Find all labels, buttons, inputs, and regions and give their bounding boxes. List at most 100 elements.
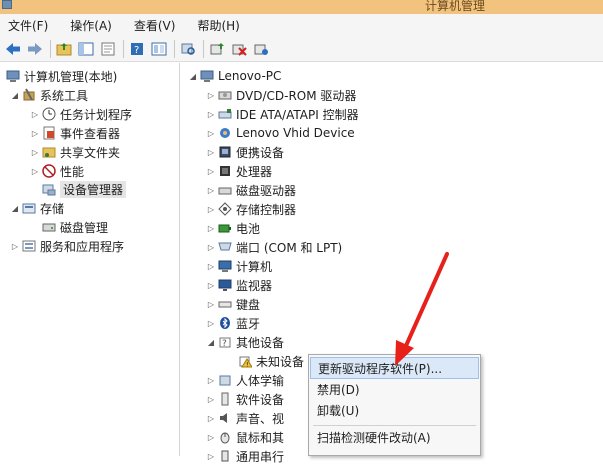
collapsed-arrow-icon[interactable]: ▷ <box>206 319 216 328</box>
device-category-hid[interactable]: ▷ 人体学输 <box>206 371 284 389</box>
menu-action[interactable]: 操作(A) <box>68 15 114 36</box>
device-category-ide[interactable]: ▷ IDE ATA/ATAPI 控制器 <box>206 105 359 123</box>
device-tree-root[interactable]: ◢ Lenovo-PC <box>188 67 282 85</box>
tree-item-event-viewer[interactable]: ▷ 事件查看器 <box>30 124 120 142</box>
computer-icon <box>200 69 214 83</box>
device-category-monitors[interactable]: ▷ 监视器 <box>206 276 272 294</box>
update-driver-icon[interactable] <box>208 40 226 58</box>
console-tree-pane: 计算机管理(本地) ◢ 系统工具 ▷ 任务计划程序 ▷ 事件查看器 ▷ 共享文件… <box>0 63 180 456</box>
device-category-usb[interactable]: ▷ 通用串行 <box>206 447 284 465</box>
device-category-disk-drives[interactable]: ▷ 磁盘驱动器 <box>206 181 296 199</box>
context-menu-uninstall[interactable]: 卸载(U) <box>310 399 479 421</box>
tree-item-label: 任务计划程序 <box>60 107 133 122</box>
menu-view[interactable]: 查看(V) <box>132 15 178 36</box>
collapsed-arrow-icon[interactable]: ▷ <box>206 414 216 423</box>
device-category-sound[interactable]: ▷ 声音、视 <box>206 409 284 427</box>
device-category-label: 监视器 <box>236 278 273 293</box>
device-category-label: 便携设备 <box>236 145 285 160</box>
device-category-keyboards[interactable]: ▷ 键盘 <box>206 295 260 313</box>
collapsed-arrow-icon[interactable]: ▷ <box>206 262 216 271</box>
tree-item-system-tools[interactable]: ◢ 系统工具 <box>10 86 88 104</box>
device-category-portable[interactable]: ▷ 便携设备 <box>206 143 284 161</box>
storage-icon <box>22 201 36 215</box>
context-menu-update-driver[interactable]: 更新驱动程序软件(P)... <box>310 357 479 379</box>
tree-item-task-scheduler[interactable]: ▷ 任务计划程序 <box>30 105 132 123</box>
context-menu: 更新驱动程序软件(P)... 禁用(D) 卸载(U) 扫描检测硬件改动(A) <box>308 354 481 456</box>
scan-icon[interactable] <box>179 40 197 58</box>
tree-item-storage[interactable]: ◢ 存储 <box>10 199 64 217</box>
forward-icon[interactable] <box>26 40 44 58</box>
device-category-lenovo-vhid[interactable]: ▷ Lenovo Vhid Device <box>206 124 355 142</box>
tree-item-device-manager[interactable]: 设备管理器 <box>40 180 127 198</box>
collapsed-arrow-icon[interactable]: ▷ <box>206 224 216 233</box>
collapsed-arrow-icon[interactable]: ▷ <box>206 91 216 100</box>
device-category-mice[interactable]: ▷ 鼠标和其 <box>206 428 284 446</box>
menu-file[interactable]: 文件(F) <box>6 15 50 36</box>
collapsed-arrow-icon[interactable]: ▷ <box>30 167 40 176</box>
device-category-label: 其他设备 <box>236 335 285 350</box>
expanded-arrow-icon[interactable]: ◢ <box>10 91 20 100</box>
hid-icon <box>218 373 232 387</box>
device-category-bluetooth[interactable]: ▷ 蓝牙 <box>206 314 260 332</box>
tree-item-shared-folders[interactable]: ▷ 共享文件夹 <box>30 143 120 161</box>
collapsed-arrow-icon[interactable]: ▷ <box>30 129 40 138</box>
collapsed-arrow-icon[interactable]: ▷ <box>30 148 40 157</box>
device-category-battery[interactable]: ▷ 电池 <box>206 219 260 237</box>
tree-item-performance[interactable]: ▷ 性能 <box>30 162 84 180</box>
device-category-computer[interactable]: ▷ 计算机 <box>206 257 272 275</box>
device-unknown[interactable]: ! 未知设备 <box>236 352 304 370</box>
expanded-arrow-icon[interactable]: ◢ <box>188 72 198 81</box>
collapsed-arrow-icon[interactable]: ▷ <box>206 376 216 385</box>
bluetooth-icon <box>218 316 232 330</box>
disable-icon[interactable] <box>230 40 248 58</box>
collapsed-arrow-icon[interactable]: ▷ <box>206 433 216 442</box>
console-tree-icon[interactable] <box>150 40 168 58</box>
tree-item-disk-management[interactable]: 磁盘管理 <box>40 218 108 236</box>
device-category-dvd[interactable]: ▷ DVD/CD-ROM 驱动器 <box>206 86 357 104</box>
properties-icon[interactable] <box>99 40 117 58</box>
collapsed-arrow-icon[interactable]: ▷ <box>206 281 216 290</box>
device-category-label: 端口 (COM 和 LPT) <box>236 240 343 255</box>
context-menu-disable[interactable]: 禁用(D) <box>310 378 479 400</box>
collapsed-arrow-icon[interactable]: ▷ <box>30 110 40 119</box>
device-category-ports[interactable]: ▷ 端口 (COM 和 LPT) <box>206 238 342 256</box>
device-category-software-devices[interactable]: ▷ 软件设备 <box>206 390 284 408</box>
tree-item-label: 共享文件夹 <box>60 145 121 160</box>
collapsed-arrow-icon[interactable]: ▷ <box>206 395 216 404</box>
collapsed-arrow-icon[interactable]: ▷ <box>206 186 216 195</box>
uninstall-icon[interactable] <box>252 40 270 58</box>
toolbar-separator <box>203 39 204 58</box>
collapsed-arrow-icon[interactable]: ▷ <box>206 110 216 119</box>
collapsed-arrow-icon[interactable]: ▷ <box>206 129 216 138</box>
collapsed-arrow-icon[interactable]: ▷ <box>206 243 216 252</box>
up-folder-icon[interactable] <box>55 40 73 58</box>
help-icon[interactable]: ? <box>128 40 146 58</box>
menu-help[interactable]: 帮助(H) <box>195 15 241 36</box>
collapsed-arrow-icon[interactable]: ▷ <box>10 242 20 251</box>
usb-icon <box>218 449 232 463</box>
tree-item-services-apps[interactable]: ▷ 服务和应用程序 <box>10 237 124 255</box>
device-category-other-devices[interactable]: ◢ ? 其他设备 <box>206 333 284 351</box>
device-category-processor[interactable]: ▷ 处理器 <box>206 162 272 180</box>
computer-management-icon <box>6 69 20 83</box>
collapsed-arrow-icon[interactable]: ▷ <box>206 205 216 214</box>
tree-item-label: 设备管理器 <box>60 180 127 198</box>
back-icon[interactable] <box>4 40 22 58</box>
svg-text:?: ? <box>134 45 139 56</box>
collapsed-arrow-icon[interactable]: ▷ <box>206 300 216 309</box>
other-devices-icon: ? <box>218 335 232 349</box>
context-menu-scan-hardware[interactable]: 扫描检测硬件改动(A) <box>310 426 479 448</box>
collapsed-arrow-icon[interactable]: ▷ <box>206 452 216 461</box>
device-category-storage-controllers[interactable]: ▷ 存储控制器 <box>206 200 296 218</box>
dvd-drive-icon <box>218 88 232 102</box>
expanded-arrow-icon[interactable]: ◢ <box>10 204 20 213</box>
monitor-icon <box>218 278 232 292</box>
collapsed-arrow-icon[interactable]: ▷ <box>206 167 216 176</box>
tree-item-label: 系统工具 <box>40 88 89 103</box>
expanded-arrow-icon[interactable]: ◢ <box>206 338 216 347</box>
show-hide-tree-icon[interactable] <box>77 40 95 58</box>
tree-item-label: 事件查看器 <box>60 126 121 141</box>
tree-item-computer-management[interactable]: 计算机管理(本地) <box>4 67 117 85</box>
collapsed-arrow-icon[interactable]: ▷ <box>206 148 216 157</box>
toolbar-separator <box>50 39 51 58</box>
